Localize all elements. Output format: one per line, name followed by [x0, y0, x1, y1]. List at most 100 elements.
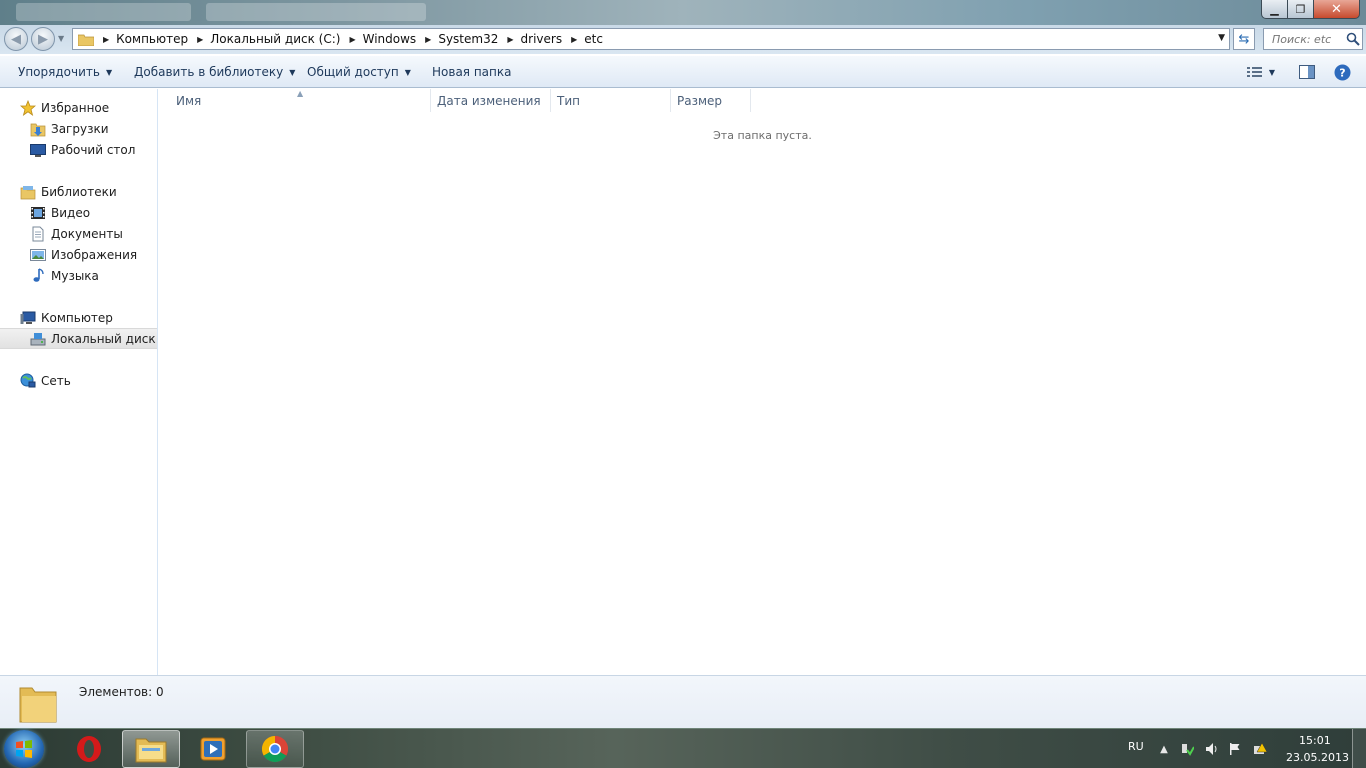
minimize-button[interactable]: ▁ [1261, 0, 1288, 19]
column-header-type[interactable]: Тип [551, 89, 671, 112]
breadcrumb-label: System32 [438, 32, 499, 46]
taskbar-media-player[interactable] [184, 730, 242, 768]
address-bar[interactable]: ▶ Компьютер ▶ Локальный диск (C:) ▶ Wind… [72, 28, 1230, 50]
breadcrumb-local-disk[interactable]: ▶ Локальный диск (C:) [188, 32, 340, 46]
windows-logo-icon [16, 740, 32, 758]
nav-documents[interactable]: Документы [0, 223, 157, 244]
close-button[interactable]: ✕ [1314, 0, 1360, 19]
recent-pages-dropdown[interactable]: ▼ [58, 34, 64, 43]
chevron-right-icon: ▶ [571, 34, 578, 44]
local-disk-icon [30, 332, 46, 345]
window-controls: ▁ ❐ ✕ [1261, 0, 1360, 19]
background-window-tab [206, 3, 426, 21]
nav-favorites[interactable]: Избранное [0, 97, 157, 118]
nav-network[interactable]: Сеть [0, 370, 157, 391]
breadcrumb-label: Локальный диск (C:) [210, 32, 341, 46]
language-indicator[interactable]: RU [1128, 740, 1144, 753]
nav-label: Документы [51, 226, 123, 241]
breadcrumb-label: drivers [520, 32, 563, 46]
nav-video[interactable]: Видео [0, 202, 157, 223]
nav-computer[interactable]: Компьютер [0, 307, 157, 328]
chevron-right-icon: ▶ [425, 34, 432, 44]
breadcrumb-computer[interactable]: ▶ Компьютер [94, 32, 188, 46]
chrome-icon [261, 735, 289, 763]
nav-label: Музыка [51, 268, 99, 283]
breadcrumb-system32[interactable]: ▶ System32 [416, 32, 498, 46]
back-button[interactable]: ◀ [4, 27, 28, 51]
organize-menu[interactable]: Упорядочить ▼ [18, 65, 112, 79]
nav-label: Изображения [51, 247, 138, 262]
start-button[interactable] [4, 730, 44, 768]
column-header-name[interactable]: Имя [170, 89, 431, 112]
nav-label: Загрузки [51, 121, 109, 136]
empty-folder-message: Эта папка пуста. [713, 129, 812, 142]
help-button[interactable]: ? [1333, 63, 1351, 81]
taskbar-chrome[interactable] [246, 730, 304, 768]
nav-libraries[interactable]: Библиотеки [0, 181, 157, 202]
show-desktop-button[interactable] [1352, 729, 1366, 768]
breadcrumb-etc[interactable]: ▶ etc [562, 32, 603, 46]
downloads-folder-icon [30, 123, 46, 136]
add-to-library-menu[interactable]: Добавить в библиотеку ▼ [134, 65, 295, 79]
libraries-icon [20, 185, 36, 199]
add-to-library-label: Добавить в библиотеку [134, 65, 284, 79]
view-options-icon [1246, 67, 1262, 77]
nav-music[interactable]: Музыка [0, 265, 157, 286]
nav-label: Избранное [41, 100, 110, 115]
nav-label: Рабочий стол [51, 142, 136, 157]
share-label: Общий доступ [307, 65, 399, 79]
new-folder-button[interactable]: Новая папка [432, 65, 511, 79]
breadcrumb-windows[interactable]: ▶ Windows [340, 32, 416, 46]
nav-images[interactable]: Изображения [0, 244, 157, 265]
power-warning-icon[interactable] [1253, 742, 1267, 756]
svg-text:?: ? [1339, 66, 1345, 79]
share-menu[interactable]: Общий доступ ▼ [307, 65, 411, 79]
desktop-icon [30, 143, 46, 157]
help-icon: ? [1334, 64, 1350, 80]
nav-downloads[interactable]: Загрузки [0, 118, 157, 139]
file-list[interactable]: ▲ Имя Дата изменения Тип Размер Эта папк… [159, 89, 1366, 675]
clock-date[interactable]: 23.05.2013 [1286, 751, 1349, 764]
refresh-button[interactable]: ⇆ [1233, 28, 1255, 50]
chevron-right-icon: ▶ [197, 34, 204, 44]
opera-icon [77, 736, 101, 762]
maximize-button[interactable]: ❐ [1288, 0, 1314, 19]
item-count: Элементов: 0 [79, 685, 164, 699]
computer-icon [20, 311, 36, 324]
preview-pane-button[interactable] [1298, 63, 1316, 81]
show-hidden-icons-icon[interactable]: ▲ [1157, 742, 1171, 756]
navigation-pane: Избранное Загрузки Рабочий стол Библиоте… [0, 89, 158, 675]
taskbar: RU ▲ 15:01 23.05.2013 [0, 728, 1366, 768]
explorer-folder-icon [135, 738, 167, 763]
network-tray-icon[interactable] [1180, 742, 1194, 756]
view-options-button[interactable]: ▼ [1243, 63, 1279, 81]
column-header-label: Имя [176, 93, 202, 108]
action-center-flag-icon[interactable] [1228, 742, 1242, 756]
breadcrumb-drivers[interactable]: ▶ drivers [498, 32, 562, 46]
nav-local-disk[interactable]: Локальный диск (C:) [0, 328, 157, 349]
column-header-label: Тип [557, 93, 580, 108]
organize-label: Упорядочить [18, 65, 100, 79]
chevron-right-icon: ▶ [507, 34, 514, 44]
preview-pane-icon [1299, 65, 1315, 79]
clock-time[interactable]: 15:01 [1299, 734, 1331, 747]
command-toolbar: Упорядочить ▼ Добавить в библиотеку ▼ Об… [0, 56, 1366, 88]
nav-label: Библиотеки [41, 184, 117, 199]
taskbar-explorer[interactable] [122, 730, 180, 768]
volume-icon[interactable] [1205, 742, 1219, 756]
forward-arrow-icon: ▶ [38, 31, 48, 47]
video-icon [31, 206, 45, 219]
forward-button[interactable]: ▶ [31, 27, 55, 51]
nav-desktop[interactable]: Рабочий стол [0, 139, 157, 160]
explorer-window: ▁ ❐ ✕ ◀ ▶ ▼ ▶ Компьютер ▶ Локальный диск… [0, 0, 1366, 728]
nav-label: Сеть [41, 373, 71, 388]
search-icon[interactable] [1346, 32, 1360, 46]
chevron-right-icon: ▶ [103, 34, 110, 44]
column-header-date-modified[interactable]: Дата изменения [431, 89, 551, 112]
column-header-size[interactable]: Размер [671, 89, 751, 112]
folder-icon [19, 687, 57, 723]
breadcrumb-label: Компьютер [116, 32, 189, 46]
address-history-dropdown[interactable]: ▼ [1218, 33, 1225, 43]
taskbar-opera[interactable] [60, 730, 118, 768]
new-folder-label: Новая папка [432, 65, 512, 79]
